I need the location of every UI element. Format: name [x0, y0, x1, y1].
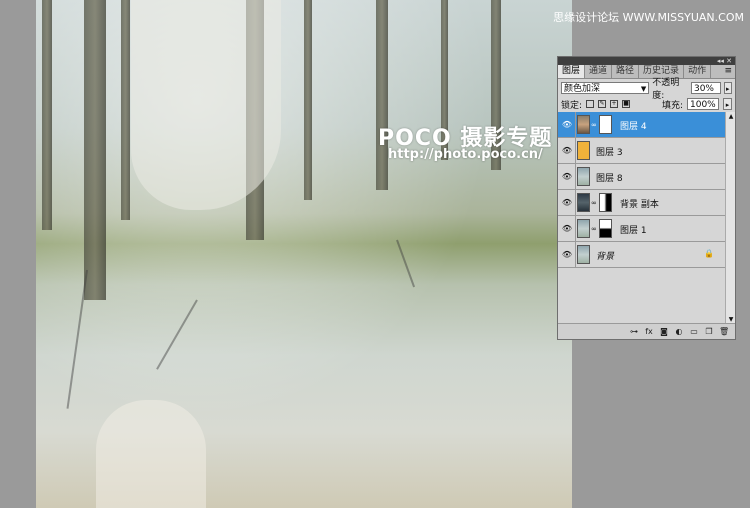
new-layer-icon[interactable]: ❐: [704, 327, 714, 336]
lock-all-icon[interactable]: ■: [622, 100, 631, 108]
lock-fill-row: 锁定: ✎ + ■ 填充: 100% ▸: [558, 96, 735, 113]
layer-mask-thumbnail[interactable]: [599, 115, 612, 134]
layer-thumbnail[interactable]: [577, 219, 590, 238]
layers-scrollbar[interactable]: ▲ ▼: [725, 112, 735, 324]
ghost-portrait: [131, 0, 281, 210]
opacity-input[interactable]: 30%: [690, 81, 721, 94]
lock-icon: 🔒: [704, 249, 714, 258]
eye-icon[interactable]: 👁: [561, 225, 573, 233]
layer-name[interactable]: 图层 8: [596, 171, 623, 184]
divider: [575, 216, 576, 242]
layer-thumbnail[interactable]: [577, 245, 590, 264]
crack-line: [396, 239, 416, 288]
layer-mask-thumbnail[interactable]: [599, 193, 612, 212]
tab-layers[interactable]: 图层: [558, 65, 586, 78]
layer-mask-thumbnail[interactable]: [599, 219, 612, 238]
panel-footer: ⊶ fx ◙ ◐ ▭ ❐ 🗑: [558, 323, 735, 339]
tab-paths[interactable]: 路径: [612, 65, 640, 78]
divider: [575, 190, 576, 216]
chain-icon[interactable]: ∞: [591, 121, 597, 129]
blend-mode-value: 颜色加深: [564, 83, 601, 94]
crack-line: [156, 299, 198, 370]
poco-url-watermark: http://photo.poco.cn/: [388, 147, 543, 162]
fill-slider-button[interactable]: ▸: [723, 98, 732, 110]
layer-row[interactable]: 👁 图层 8: [558, 164, 726, 190]
panel-menu-icon[interactable]: ≡: [721, 65, 735, 78]
chain-icon[interactable]: ∞: [591, 199, 597, 207]
opacity-slider-button[interactable]: ▸: [723, 81, 732, 94]
tree-trunk: [84, 0, 106, 300]
layer-thumbnail[interactable]: [577, 141, 590, 160]
link-icon[interactable]: ⊶: [629, 327, 639, 336]
layer-name[interactable]: 图层 4: [620, 119, 647, 132]
layer-name[interactable]: 背景 副本: [620, 197, 659, 210]
chevron-down-icon: ▼: [640, 84, 647, 93]
panel-collapse-icon[interactable]: ◂◂ ✕: [717, 57, 732, 65]
lock-label: 锁定:: [561, 100, 583, 111]
site-watermark: 思缘设计论坛 WWW.MISSYUAN.COM: [553, 11, 744, 24]
crack-line: [66, 269, 88, 409]
blend-opacity-row: 颜色加深 ▼ 不透明度: 30% ▸: [558, 78, 735, 101]
layer-thumbnail[interactable]: [577, 193, 590, 212]
eye-icon[interactable]: 👁: [561, 173, 573, 181]
lock-position-icon[interactable]: +: [610, 100, 619, 108]
layer-row[interactable]: 👁 图层 3: [558, 138, 726, 164]
layer-name[interactable]: 图层 3: [596, 145, 623, 158]
divider: [575, 242, 576, 268]
lock-pixels-icon[interactable]: ✎: [598, 100, 607, 108]
scroll-up-icon[interactable]: ▲: [726, 112, 736, 121]
panel-tabs: 图层 通道 路径 历史记录 动作 ≡: [558, 65, 735, 79]
mask-icon[interactable]: ◙: [659, 327, 669, 336]
divider: [575, 112, 576, 138]
folder-icon[interactable]: ▭: [689, 327, 699, 336]
layer-name[interactable]: 图层 1: [620, 223, 647, 236]
tab-actions[interactable]: 动作: [684, 65, 712, 78]
document-canvas[interactable]: POCO 摄影专题 http://photo.poco.cn/: [36, 0, 572, 508]
layers-list: 👁 ∞ 图层 4 👁 图层 3 👁 图层 8 👁 ∞ 背景 副本 👁 ∞ 图层 …: [558, 112, 726, 324]
layers-panel: ◂◂ ✕ 图层 通道 路径 历史记录 动作 ≡ 颜色加深 ▼ 不透明度: 30%…: [557, 56, 736, 340]
eye-icon[interactable]: 👁: [561, 251, 573, 259]
fx-icon[interactable]: fx: [644, 327, 654, 336]
layer-name[interactable]: 背景: [596, 249, 614, 262]
eye-icon[interactable]: 👁: [561, 121, 573, 129]
chain-icon[interactable]: ∞: [591, 225, 597, 233]
fill-input[interactable]: 100%: [687, 98, 719, 110]
tree-trunk: [304, 0, 312, 200]
eye-icon[interactable]: 👁: [561, 147, 573, 155]
tree-trunk: [121, 0, 130, 220]
layer-thumbnail[interactable]: [577, 115, 590, 134]
divider: [575, 138, 576, 164]
blend-mode-select[interactable]: 颜色加深 ▼: [561, 81, 650, 94]
layer-row[interactable]: 👁 背景 🔒: [558, 242, 726, 268]
tab-channels[interactable]: 通道: [585, 65, 613, 78]
layer-thumbnail[interactable]: [577, 167, 590, 186]
tree-trunk: [42, 0, 52, 230]
layer-row[interactable]: 👁 ∞ 背景 副本: [558, 190, 726, 216]
fill-label: 填充:: [661, 100, 683, 111]
layer-row[interactable]: 👁 ∞ 图层 4: [558, 112, 726, 138]
lock-transparency-icon[interactable]: [586, 100, 595, 108]
adjustment-icon[interactable]: ◐: [674, 327, 684, 336]
eye-icon[interactable]: 👁: [561, 199, 573, 207]
tree-trunk: [376, 0, 388, 190]
ghost-hand: [96, 400, 206, 508]
layer-row[interactable]: 👁 ∞ 图层 1: [558, 216, 726, 242]
divider: [575, 164, 576, 190]
panel-titlebar[interactable]: ◂◂ ✕: [558, 57, 735, 65]
trash-icon[interactable]: 🗑: [719, 327, 729, 336]
